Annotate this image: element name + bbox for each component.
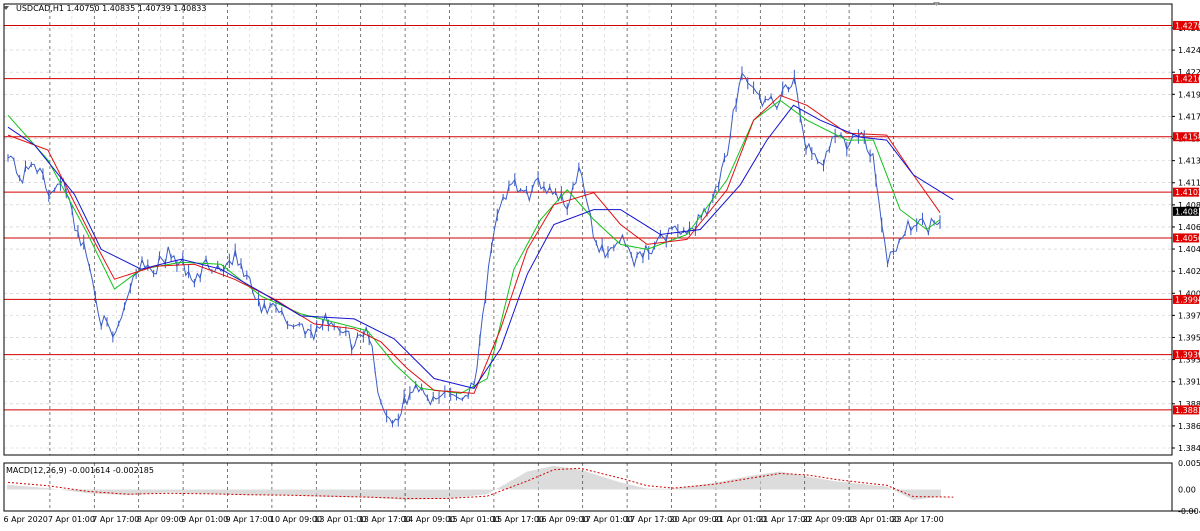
level-tag-label: 1.41026 [1175,188,1200,197]
time-axis-tick: 9 Apr 17:00 [226,515,273,524]
time-axis-tick: 7 Apr 01:00 [48,515,95,524]
current-price-label: 1.40833 [1175,207,1200,216]
time-axis-tick: 7 Apr 17:00 [92,515,139,524]
time-axis-tick: 23 Apr 17:00 [892,515,944,524]
macd-axis-tick: 0.005615 [1178,459,1200,468]
level-tag-label: 1.41584 [1175,133,1200,142]
price-axis-tick: 1.41325 [1178,157,1200,166]
macd-axis-tick: -0.00455 [1178,507,1200,516]
macd-info-label: MACD(12,26,9) -0.001614 -0.002185 [6,466,154,475]
level-tag-label: 1.39946 [1175,295,1200,304]
level-tag-label: 1.42704 [1175,21,1200,30]
price-axis-tick: 1.41105 [1178,179,1200,188]
price-axis-tick: 1.42430 [1178,46,1200,55]
time-axis-tick: 8 Apr 09:00 [137,515,184,524]
macd-axis-tick: 0.00 [1178,486,1196,495]
price-axis-tick: 1.39120 [1178,378,1200,387]
trading-chart[interactable]: 1.426501.424301.422001.419851.417651.415… [0,0,1200,527]
level-tag-label: 1.38834 [1175,406,1200,415]
chart-svg[interactable]: 1.426501.424301.422001.419851.417651.415… [0,0,1200,527]
price-axis-tick: 1.40440 [1178,245,1200,254]
price-axis-tick: 1.39560 [1178,333,1200,342]
price-axis-tick: 1.40220 [1178,267,1200,276]
price-axis-tick: 1.41765 [1178,112,1200,121]
level-tag-label: 1.40565 [1175,234,1200,243]
price-axis-tick: 1.38675 [1178,422,1200,431]
price-axis-tick: 1.38455 [1178,444,1200,453]
price-axis-tick: 1.39780 [1178,311,1200,320]
time-axis-tick: 6 Apr 2020 [4,515,48,524]
time-axis-tick: 9 Apr 01:00 [181,515,228,524]
level-tag-label: 1.42169 [1175,75,1200,84]
price-axis-tick: 1.41985 [1178,90,1200,99]
price-axis-tick: 1.40665 [1178,223,1200,232]
level-tag-label: 1.39391 [1175,351,1200,360]
symbol-info-label: USDCAD,H1 1.40750 1.40835 1.40739 1.4083… [16,4,206,13]
